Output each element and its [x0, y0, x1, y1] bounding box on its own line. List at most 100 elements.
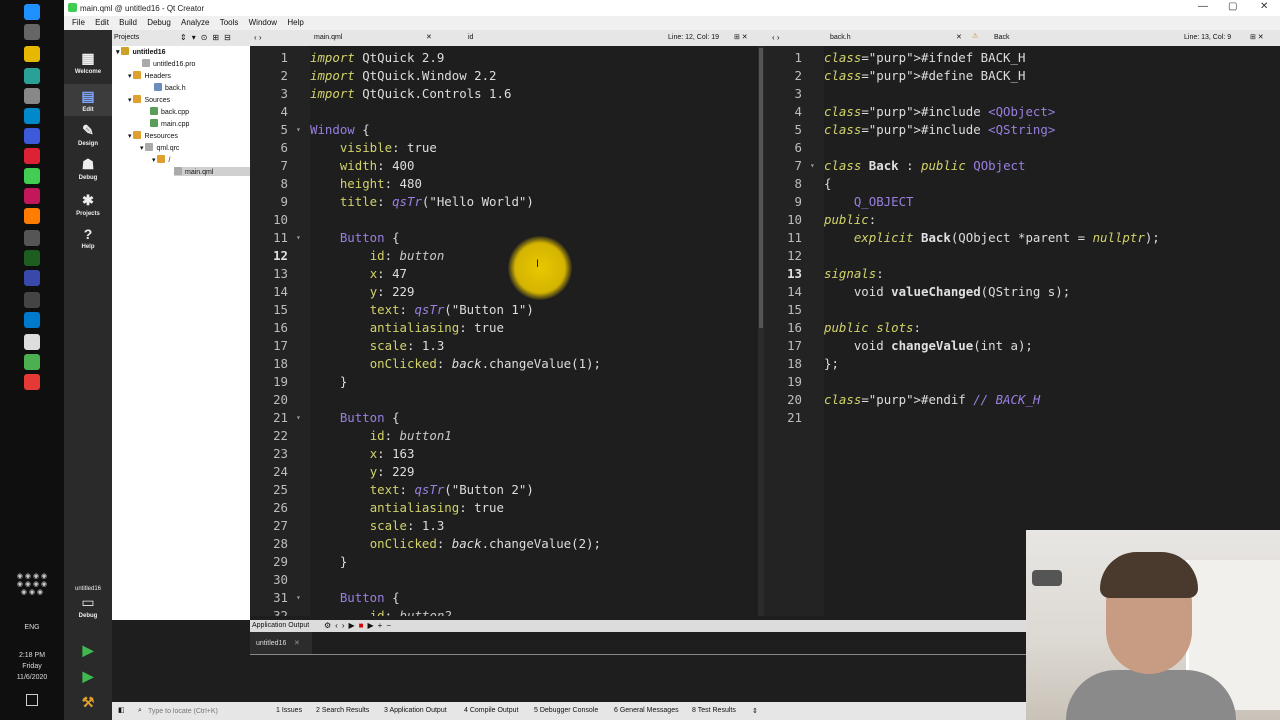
nav-back-forward-icons[interactable]: ‹ › — [772, 33, 780, 42]
close-document-icon[interactable]: ✕ — [426, 33, 432, 41]
app-icon[interactable] — [24, 270, 40, 286]
projects-selector[interactable]: Projects — [114, 34, 139, 41]
mode-welcome[interactable]: ▦ Welcome — [64, 50, 112, 75]
menu-build[interactable]: Build — [119, 18, 137, 27]
pane-issues[interactable]: 1 Issues — [276, 707, 302, 714]
left-cursor-position[interactable]: Line: 12, Col: 19 — [668, 34, 719, 41]
mode-debug[interactable]: ☗ Debug — [64, 156, 112, 181]
app-icon[interactable] — [24, 292, 40, 308]
line-number: 9 — [280, 194, 288, 209]
tree-label: Headers — [144, 73, 171, 80]
pane-compile-output[interactable]: 4 Compile Output — [464, 707, 518, 714]
start-icon[interactable] — [24, 4, 40, 20]
fold-marker-icon[interactable]: ▾ — [296, 413, 301, 422]
tree-item-resources[interactable]: ▾ Resources — [128, 131, 178, 140]
resource-file-icon — [145, 143, 154, 151]
menu-edit[interactable]: Edit — [95, 18, 109, 27]
left-code-editor[interactable]: 1 import QtQuick 2.9 2 import QtQuick.Windo… — [250, 46, 764, 616]
menu-tools[interactable]: Tools — [220, 18, 239, 27]
fold-marker-icon[interactable]: ▾ — [810, 161, 815, 170]
fold-marker-icon[interactable]: ▾ — [296, 233, 301, 242]
tree-item-back-cpp[interactable]: back.cpp — [150, 107, 189, 116]
taskbar-clock[interactable]: 2:18 PM Friday 11/6/2020 — [0, 650, 64, 683]
app-icon[interactable] — [24, 374, 40, 390]
output-toolbar-icons[interactable]: ⚙‹›▶■▶+− — [324, 621, 395, 630]
menu-help[interactable]: Help — [287, 18, 303, 27]
qt-logo-icon — [68, 3, 77, 12]
left-symbol-selector[interactable]: id — [468, 34, 473, 41]
pane-search-results[interactable]: 2 Search Results — [316, 707, 369, 714]
maximize-icon[interactable]: ▢ — [1228, 1, 1237, 12]
close-tab-icon[interactable]: ✕ — [294, 639, 300, 647]
monitor-icon: ▭ — [81, 594, 95, 610]
menu-window[interactable]: Window — [249, 18, 277, 27]
app-icon[interactable] — [24, 188, 40, 204]
folder-icon[interactable] — [24, 46, 40, 62]
tree-item-headers[interactable]: ▾ Headers — [128, 71, 171, 80]
app-icon[interactable] — [24, 88, 40, 104]
pane-general-messages[interactable]: 6 General Messages — [614, 707, 679, 714]
line-number: 26 — [273, 500, 288, 515]
nav-back-forward-icons[interactable]: ‹ › — [254, 33, 262, 42]
fold-marker-icon[interactable]: ▾ — [296, 125, 301, 134]
app-icon[interactable] — [24, 250, 40, 266]
chrome-icon[interactable] — [24, 148, 40, 164]
bug-icon: ☗ — [81, 156, 95, 172]
code-line: Button { — [339, 410, 400, 425]
mode-projects[interactable]: ✱ Projects — [64, 192, 112, 217]
build-hammer-icon[interactable]: ⚒ — [64, 694, 112, 711]
app-icon[interactable] — [24, 68, 40, 84]
kit-selector[interactable]: untitled16 ▭ Debug — [64, 586, 112, 619]
task-view-icon[interactable] — [24, 24, 40, 40]
debug-run-icon[interactable]: ▶ — [64, 668, 112, 685]
pane-debugger-console[interactable]: 5 Debugger Console — [534, 707, 598, 714]
language-indicator[interactable]: ENG — [0, 624, 64, 631]
menu-file[interactable]: File — [72, 18, 85, 27]
locator-input[interactable] — [148, 705, 268, 717]
mode-design[interactable]: ✎ Design — [64, 122, 112, 147]
tree-item-sources[interactable]: ▾ Sources — [128, 95, 170, 104]
code-line: antialiasing: true — [369, 500, 504, 515]
telegram-icon[interactable] — [24, 108, 40, 124]
split-icon[interactable]: ⊞ ✕ — [734, 33, 748, 41]
split-icon[interactable]: ⊞ ✕ — [1250, 33, 1264, 41]
output-tab[interactable]: untitled16 ✕ — [250, 632, 312, 654]
app-icon[interactable] — [24, 230, 40, 246]
menu-analyze[interactable]: Analyze — [181, 18, 209, 27]
tree-item-main-qml[interactable]: main.qml — [174, 167, 250, 176]
tree-item-root-prefix[interactable]: ▾ / — [152, 155, 170, 164]
projects-toolbar-icons[interactable]: ⇕▾⊙⊞⊟ — [180, 33, 236, 42]
app-icon[interactable] — [24, 334, 40, 350]
run-icon[interactable]: ▶ — [64, 642, 112, 659]
notification-icon[interactable] — [26, 694, 38, 706]
qt-creator-icon[interactable] — [24, 168, 40, 184]
right-cursor-position[interactable]: Line: 13, Col: 9 — [1184, 34, 1231, 41]
pane-more-icon[interactable]: ⇕ — [752, 707, 758, 715]
close-document-icon[interactable]: ✕ — [956, 33, 962, 41]
pane-test-results[interactable]: 8 Test Results — [692, 707, 736, 714]
fold-marker-icon[interactable]: ▾ — [296, 593, 301, 602]
tree-item-qml-qrc[interactable]: ▾ qml.qrc — [140, 143, 179, 152]
mode-edit[interactable]: ▤ Edit — [64, 84, 112, 116]
right-document-selector[interactable]: back.h — [830, 34, 851, 41]
tree-item-main-cpp[interactable]: main.cpp — [150, 119, 189, 128]
pane-application-output[interactable]: 3 Application Output — [384, 707, 447, 714]
tree-item-pro-file[interactable]: untitled16.pro — [142, 59, 195, 68]
tree-item-back-h[interactable]: back.h — [154, 83, 186, 92]
tree-item-project[interactable]: ▾ untitled16 — [116, 47, 166, 56]
sidebar-toggle-icon[interactable]: ◧ — [118, 706, 125, 714]
menu-debug[interactable]: Debug — [147, 18, 171, 27]
close-icon[interactable]: ✕ — [1260, 1, 1268, 12]
code-line: void valueChanged(QString s); — [824, 284, 1071, 299]
line-number: 3 — [794, 86, 802, 101]
mode-help[interactable]: ? Help — [64, 226, 112, 250]
left-document-selector[interactable]: main.qml — [314, 34, 342, 41]
illustrator-icon[interactable] — [24, 208, 40, 224]
minimize-icon[interactable]: — — [1198, 1, 1208, 12]
code-line: import QtQuick.Window 2.2 — [310, 68, 497, 83]
app-icon[interactable] — [24, 128, 40, 144]
tray-icons[interactable]: ◉ ◉ ◉ ◉ ◉ ◉ ◉ ◉ ◉ ◉ ◉ — [4, 572, 60, 596]
right-symbol-selector[interactable]: Back — [994, 34, 1010, 41]
vscode-icon[interactable] — [24, 312, 40, 328]
app-icon[interactable] — [24, 354, 40, 370]
